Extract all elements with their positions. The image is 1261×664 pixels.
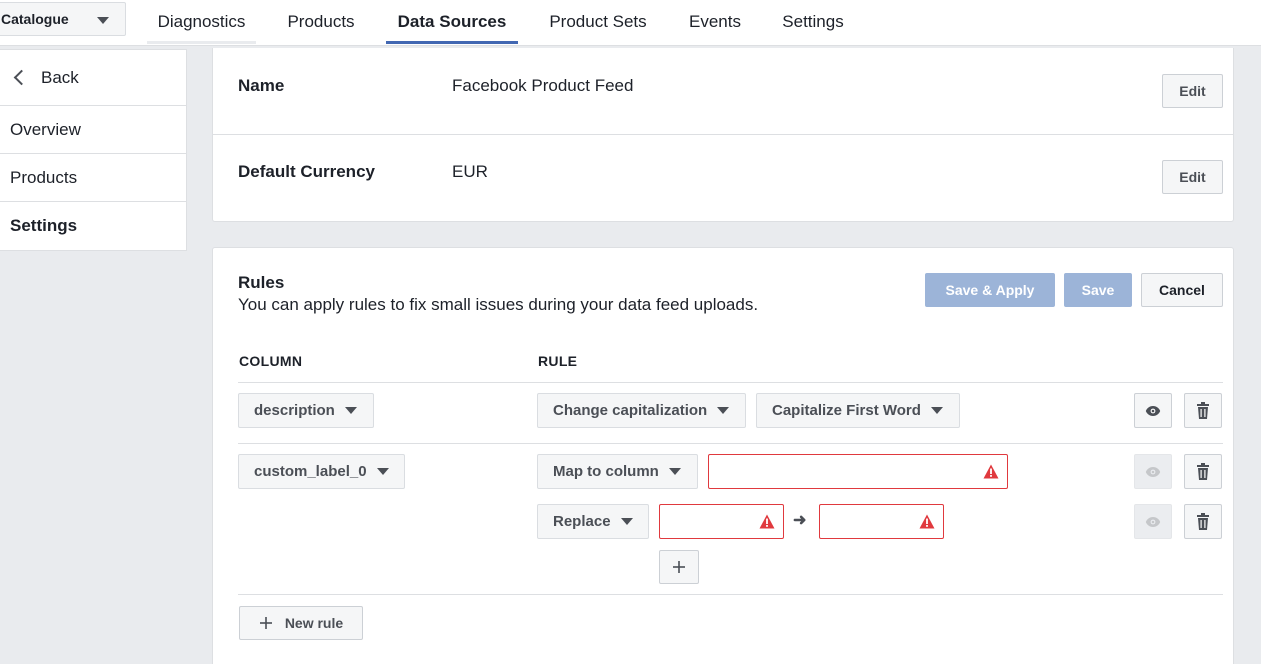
capitalization-option-value: Capitalize First Word bbox=[772, 402, 921, 419]
tab-product-sets[interactable]: Product Sets bbox=[540, 0, 656, 44]
delete-subrule-button[interactable] bbox=[1184, 504, 1222, 539]
save-and-apply-button[interactable]: Save & Apply bbox=[925, 273, 1055, 307]
column-select-value: description bbox=[254, 402, 335, 419]
arrow-right-icon: ➜ bbox=[793, 512, 807, 529]
top-navigation: Catalogue Diagnostics Products Data Sour… bbox=[0, 0, 1261, 46]
tab-settings-label: Settings bbox=[782, 12, 844, 31]
rules-panel: Rules You can apply rules to fix small i… bbox=[212, 247, 1234, 664]
sidebar-item-label: Products bbox=[10, 167, 78, 187]
cancel-button[interactable]: Cancel bbox=[1141, 273, 1223, 307]
replace-find-input[interactable] bbox=[659, 504, 784, 539]
tab-products-label: Products bbox=[287, 12, 355, 31]
column-select-description[interactable]: description bbox=[238, 393, 374, 428]
tab-data-sources[interactable]: Data Sources bbox=[386, 0, 518, 44]
back-label: Back bbox=[41, 67, 79, 87]
eye-icon bbox=[1145, 405, 1161, 416]
name-label: Name bbox=[238, 76, 285, 95]
active-tab-indicator bbox=[386, 41, 518, 44]
tab-products[interactable]: Products bbox=[278, 0, 364, 44]
delete-rule-button[interactable] bbox=[1184, 393, 1222, 428]
catalogue-dropdown[interactable]: Catalogue bbox=[0, 2, 126, 36]
tab-events[interactable]: Events bbox=[680, 0, 750, 44]
currency-value: EUR bbox=[452, 162, 488, 181]
tab-data-sources-label: Data Sources bbox=[397, 12, 507, 31]
chevron-down-icon bbox=[620, 518, 633, 525]
cancel-label: Cancel bbox=[1159, 282, 1205, 298]
replace-select[interactable]: Replace bbox=[537, 504, 649, 539]
tab-hover-indicator bbox=[147, 41, 256, 44]
header-divider bbox=[238, 382, 1223, 383]
map-to-column-value: Map to column bbox=[553, 463, 659, 480]
rule-type-select[interactable]: Change capitalization bbox=[537, 393, 746, 428]
warning-icon bbox=[919, 514, 935, 529]
tab-settings[interactable]: Settings bbox=[774, 0, 852, 44]
tab-product-sets-label: Product Sets bbox=[549, 12, 647, 31]
tab-diagnostics-label: Diagnostics bbox=[157, 12, 246, 31]
column-header: COLUMN bbox=[239, 353, 303, 369]
row-divider bbox=[238, 443, 1223, 444]
trash-icon bbox=[1197, 402, 1209, 419]
map-to-column-select[interactable]: Map to column bbox=[537, 454, 698, 489]
edit-button-label: Edit bbox=[1179, 83, 1206, 99]
add-subrule-button[interactable] bbox=[659, 550, 699, 584]
eye-icon bbox=[1145, 466, 1161, 477]
sidebar-item-label: Overview bbox=[10, 119, 81, 139]
sidebar-item-label: Settings bbox=[10, 216, 78, 235]
plus-icon bbox=[673, 561, 685, 573]
warning-icon bbox=[759, 514, 775, 529]
chevron-left-icon bbox=[13, 69, 30, 86]
sidebar-item-settings[interactable]: Settings bbox=[0, 202, 186, 250]
target-column-input[interactable] bbox=[708, 454, 1008, 489]
rule-header: RULE bbox=[538, 353, 578, 369]
feed-properties-panel: Name Facebook Product Feed Edit Default … bbox=[212, 48, 1234, 222]
currency-row: Default Currency EUR Edit bbox=[213, 135, 1233, 221]
warning-icon bbox=[983, 464, 999, 479]
edit-button-label: Edit bbox=[1179, 169, 1206, 185]
chevron-down-icon bbox=[97, 17, 109, 24]
preview-subrule-button[interactable] bbox=[1134, 504, 1172, 539]
sidebar-item-products[interactable]: Products bbox=[0, 154, 186, 202]
plus-icon bbox=[259, 617, 272, 629]
preview-rule-button[interactable] bbox=[1134, 454, 1172, 489]
replace-value: Replace bbox=[553, 513, 611, 530]
currency-label: Default Currency bbox=[238, 162, 375, 181]
trash-icon bbox=[1197, 513, 1209, 530]
sidebar-item-overview[interactable]: Overview bbox=[0, 106, 186, 154]
capitalization-option-select[interactable]: Capitalize First Word bbox=[756, 393, 960, 428]
trash-icon bbox=[1197, 463, 1209, 480]
rule-type-value: Change capitalization bbox=[553, 402, 708, 419]
save-button[interactable]: Save bbox=[1064, 273, 1132, 307]
chevron-down-icon bbox=[668, 468, 681, 475]
chevron-down-icon bbox=[930, 407, 943, 414]
delete-rule-button[interactable] bbox=[1184, 454, 1222, 489]
replace-with-input[interactable] bbox=[819, 504, 944, 539]
sidebar: Back Overview Products Settings bbox=[0, 49, 187, 251]
back-link[interactable]: Back bbox=[0, 50, 186, 106]
eye-icon bbox=[1145, 516, 1161, 527]
rules-description: You can apply rules to fix small issues … bbox=[238, 295, 759, 314]
rules-title: Rules bbox=[238, 273, 285, 292]
edit-name-button[interactable]: Edit bbox=[1162, 74, 1223, 108]
new-rule-label: New rule bbox=[284, 615, 344, 631]
new-rule-button[interactable]: New rule bbox=[239, 606, 363, 640]
preview-rule-button[interactable] bbox=[1134, 393, 1172, 428]
column-select-custom-label[interactable]: custom_label_0 bbox=[238, 454, 405, 489]
column-select-value: custom_label_0 bbox=[254, 463, 367, 480]
save-and-apply-label: Save & Apply bbox=[945, 282, 1035, 298]
chevron-down-icon bbox=[717, 407, 730, 414]
name-value: Facebook Product Feed bbox=[452, 76, 634, 95]
save-label: Save bbox=[1081, 282, 1115, 298]
tab-events-label: Events bbox=[689, 12, 741, 31]
chevron-down-icon bbox=[344, 407, 357, 414]
tab-diagnostics[interactable]: Diagnostics bbox=[147, 0, 256, 44]
edit-currency-button[interactable]: Edit bbox=[1162, 160, 1223, 194]
name-row: Name Facebook Product Feed Edit bbox=[213, 48, 1233, 134]
catalogue-label: Catalogue bbox=[1, 11, 69, 27]
row-divider bbox=[238, 594, 1223, 595]
chevron-down-icon bbox=[376, 468, 389, 475]
